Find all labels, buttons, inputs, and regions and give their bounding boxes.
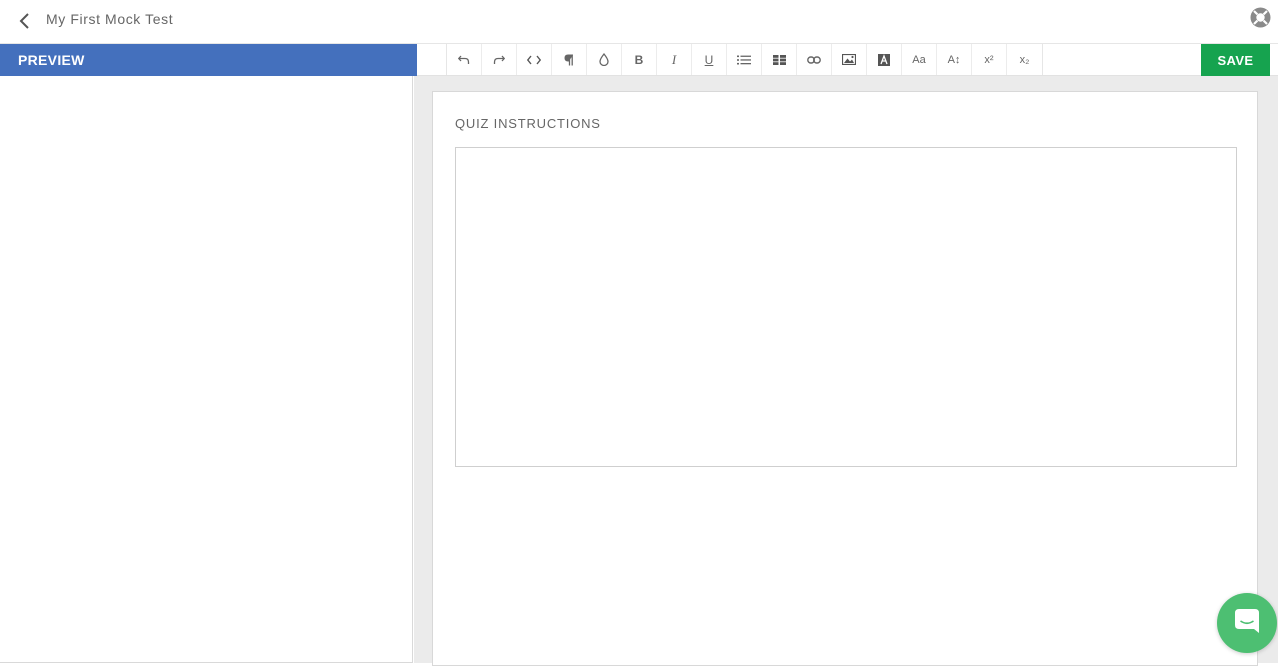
top-bar: My First Mock Test (0, 0, 1278, 44)
undo-icon (458, 55, 470, 65)
superscript-icon: x² (984, 53, 994, 66)
undo-button[interactable] (447, 44, 482, 75)
back-icon[interactable] (16, 10, 36, 32)
italic-button[interactable]: I (657, 44, 692, 75)
paragraph-icon (564, 54, 574, 66)
chat-icon (1232, 606, 1262, 641)
redo-icon (493, 55, 505, 65)
bullet-list-icon (737, 55, 751, 65)
bold-button[interactable]: B (622, 44, 657, 75)
italic-icon: I (671, 51, 677, 67)
link-button[interactable] (797, 44, 832, 75)
font-family-icon: Aa (912, 53, 926, 66)
superscript-button[interactable]: x² (972, 44, 1007, 75)
editor-toolbar: B I U Aa A↕ x² x₂ SAVE (417, 44, 1278, 76)
link-icon (807, 55, 821, 64)
editor-area: QUIZ INSTRUCTIONS (414, 76, 1278, 666)
subscript-button[interactable]: x₂ (1007, 44, 1042, 75)
preview-header: PREVIEW (0, 44, 417, 76)
chat-launcher-button[interactable] (1217, 593, 1277, 653)
bold-icon: B (634, 52, 644, 67)
text-color-button[interactable] (867, 44, 902, 75)
subscript-icon: x₂ (1019, 53, 1030, 66)
toolbar-buttons: B I U Aa A↕ x² x₂ (446, 44, 1043, 75)
page-title: My First Mock Test (46, 11, 174, 27)
font-size-button[interactable]: A↕ (937, 44, 972, 75)
redo-button[interactable] (482, 44, 517, 75)
bullet-list-button[interactable] (727, 44, 762, 75)
text-color-icon (878, 53, 890, 66)
color-button[interactable] (587, 44, 622, 75)
table-button[interactable] (762, 44, 797, 75)
font-family-button[interactable]: Aa (902, 44, 937, 75)
underline-icon: U (704, 52, 714, 67)
editor-card: QUIZ INSTRUCTIONS (432, 91, 1258, 666)
save-button[interactable]: SAVE (1201, 44, 1270, 76)
preview-panel (0, 76, 413, 663)
help-lifebuoy-icon[interactable] (1249, 6, 1272, 29)
code-view-button[interactable] (517, 44, 552, 75)
table-icon (772, 54, 786, 65)
code-view-icon (527, 55, 541, 65)
quiz-instructions-label: QUIZ INSTRUCTIONS (455, 116, 601, 131)
color-drop-icon (599, 53, 609, 66)
image-icon (842, 54, 856, 65)
underline-button[interactable]: U (692, 44, 727, 75)
paragraph-button[interactable] (552, 44, 587, 75)
font-size-icon: A↕ (947, 53, 961, 66)
image-button[interactable] (832, 44, 867, 75)
quiz-instructions-input[interactable] (455, 147, 1237, 467)
